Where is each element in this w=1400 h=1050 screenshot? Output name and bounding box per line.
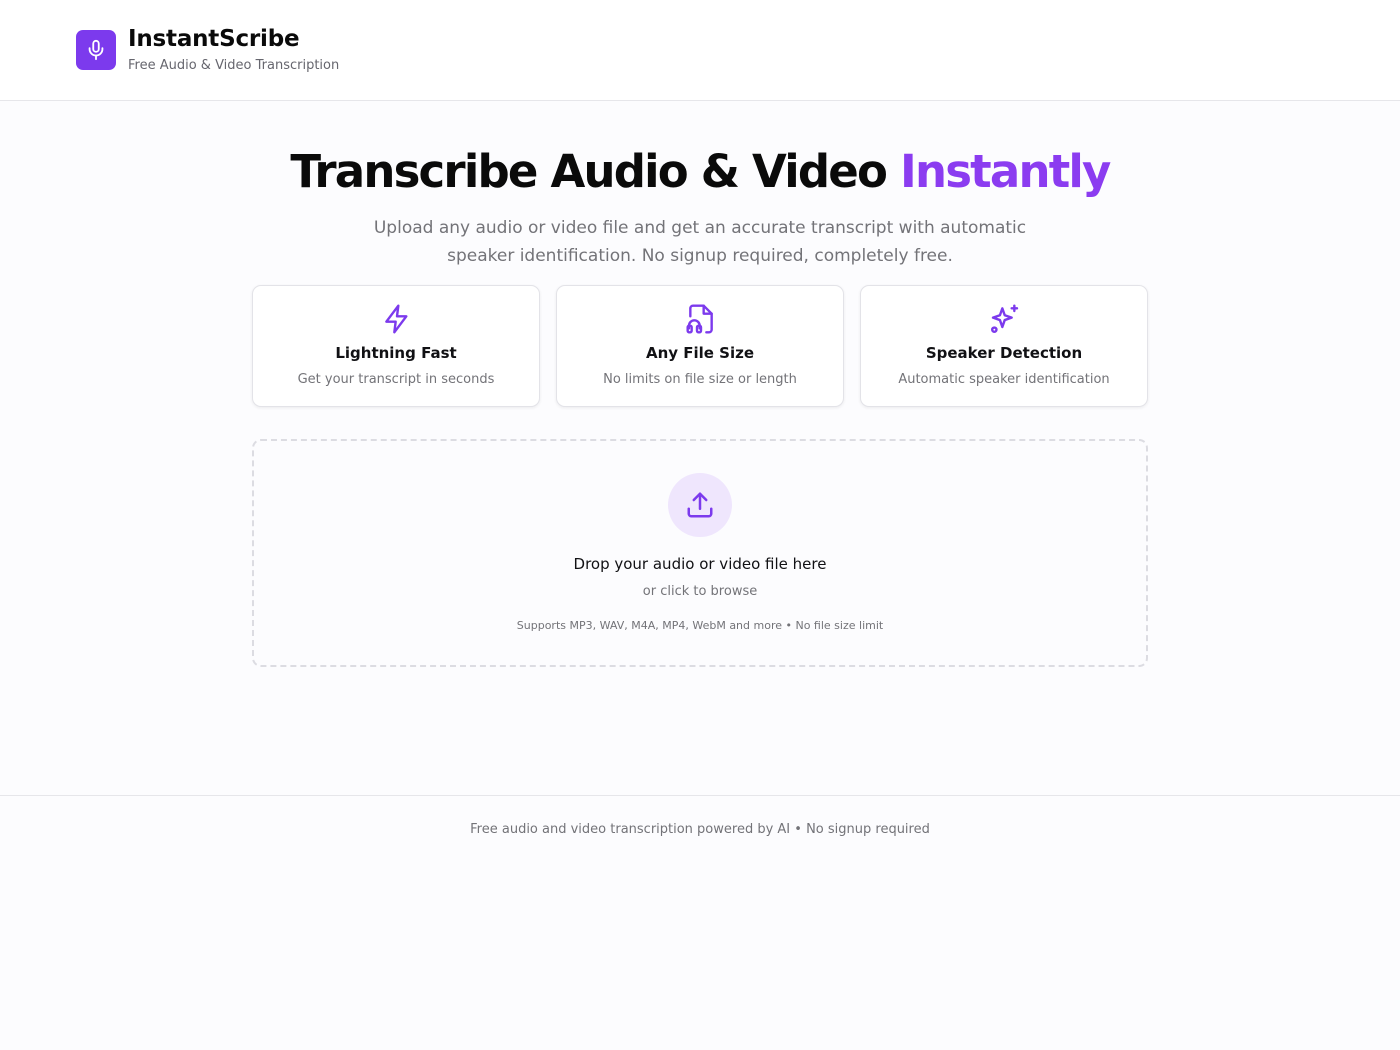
feature-description: Automatic speaker identification xyxy=(898,372,1110,387)
site-footer: Free audio and video transcription power… xyxy=(0,795,1400,1050)
hero-description: Upload any audio or video file and get a… xyxy=(373,218,1027,266)
supported-formats-note: Supports MP3, WAV, M4A, MP4, WebM and mo… xyxy=(516,619,884,632)
brand-subtitle: Free Audio & Video Transcription xyxy=(128,58,340,73)
feature-title: Speaker Detection xyxy=(925,344,1083,362)
browse-link[interactable]: or click to browse xyxy=(254,584,1146,599)
hero-title-main: Transcribe Audio & Video xyxy=(290,145,901,198)
dropzone-title: Drop your audio or video file here xyxy=(573,555,827,573)
feature-card-lightning-fast: Lightning Fast Get your transcript in se… xyxy=(252,285,540,407)
file-headphones-icon xyxy=(686,304,713,334)
feature-list: Lightning Fast Get your transcript in se… xyxy=(252,285,1148,407)
feature-card-speaker-detection: Speaker Detection Automatic speaker iden… xyxy=(860,285,1148,407)
main-content: Transcribe Audio & Video Instantly Uploa… xyxy=(0,101,1400,795)
sparkles-icon xyxy=(991,304,1019,333)
upload-icon-badge xyxy=(668,473,732,537)
hero-title-accent: Instantly xyxy=(900,145,1111,198)
microphone-icon xyxy=(88,39,104,61)
hero-title: Transcribe Audio & Video Instantly xyxy=(0,145,1400,198)
feature-title: Lightning Fast xyxy=(335,344,457,362)
feature-title: Any File Size xyxy=(645,344,755,362)
file-dropzone[interactable]: Drop your audio or video file here or cl… xyxy=(252,439,1148,667)
feature-description: No limits on file size or length xyxy=(603,372,797,387)
feature-card-any-file-size: Any File Size No limits on file size or … xyxy=(556,285,844,407)
brand-name[interactable]: InstantScribe xyxy=(128,26,300,52)
upload-icon xyxy=(687,492,713,518)
site-header: InstantScribe Free Audio & Video Transcr… xyxy=(0,0,1400,101)
lightning-icon xyxy=(385,304,408,334)
feature-description: Get your transcript in seconds xyxy=(297,372,495,387)
footer-text: Free audio and video transcription power… xyxy=(470,822,930,837)
logo[interactable] xyxy=(76,30,116,70)
